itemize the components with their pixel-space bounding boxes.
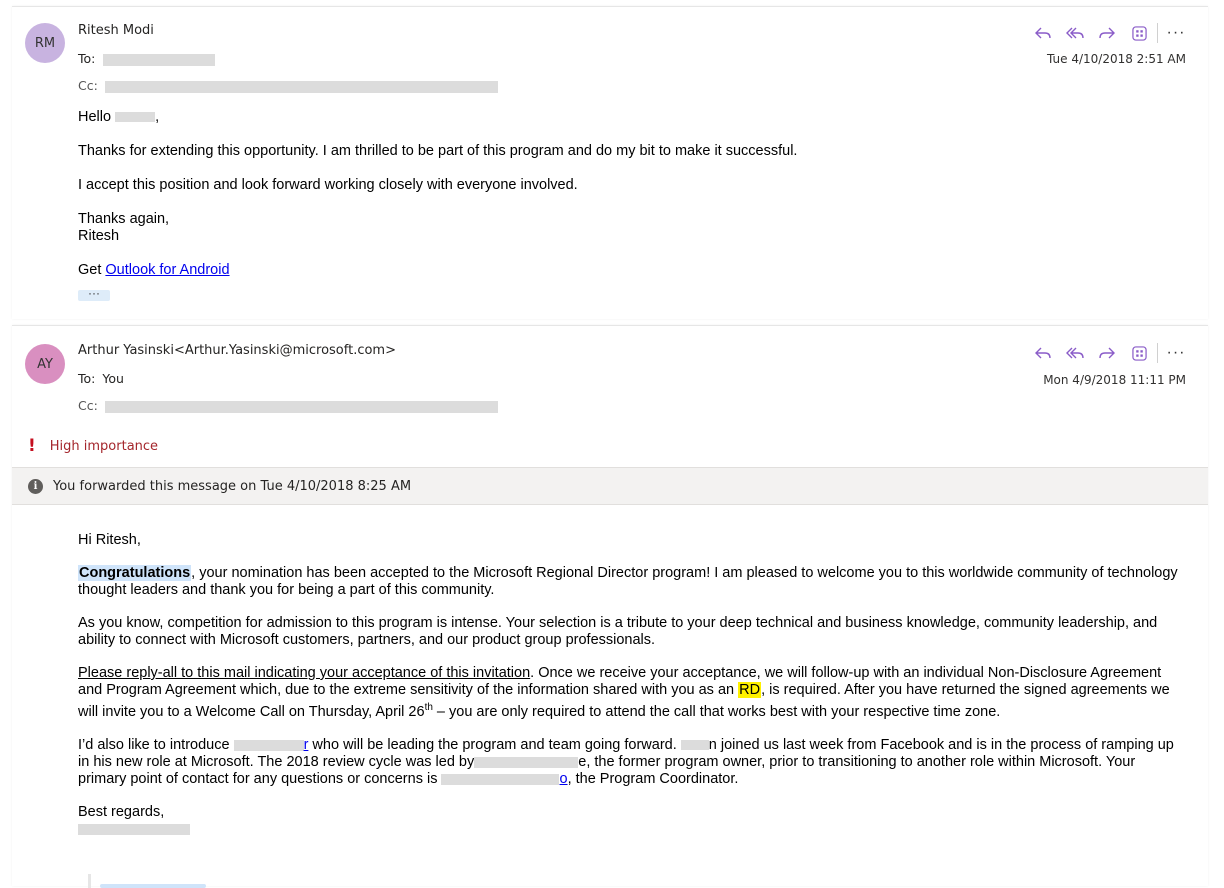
body-paragraph: Thanks for extending this opportunity. I… [78, 143, 798, 159]
reply-all-button[interactable] [1059, 343, 1091, 363]
closing: Best regards, [78, 803, 165, 820]
redacted-name [115, 112, 156, 123]
redacted-cc [104, 400, 498, 413]
signoff: Thanks again, [78, 211, 170, 227]
more-options-icon[interactable]: ··· [1164, 344, 1188, 362]
redacted-name [680, 740, 709, 750]
apps-icon [1131, 25, 1147, 41]
message-date: Tue 4/10/2018 2:51 AM [1047, 52, 1186, 66]
redacted-cc [104, 80, 498, 93]
body-paragraph: I accept this position and look forward … [78, 177, 578, 193]
message-body: Hi Ritesh, Congratulations, your nominat… [78, 532, 1180, 838]
highlighted-word: Congratulations [78, 565, 192, 581]
sender-name[interactable]: Arthur Yasinski<Arthur.Yasinski@microsof… [78, 343, 396, 358]
next-message-highlight [100, 884, 206, 888]
show-quoted-button[interactable]: ··· [78, 287, 110, 301]
more-options-icon[interactable]: ··· [1164, 24, 1188, 42]
next-message-edge [88, 874, 91, 888]
forwarded-note: You forwarded this message on Tue 4/10/2… [53, 478, 412, 494]
avatar[interactable]: AY [25, 344, 65, 384]
apps-icon [1131, 345, 1147, 361]
redacted-recipient [103, 53, 216, 66]
superscript: th [424, 702, 433, 713]
to-line: To: [78, 51, 216, 66]
forwarded-info-bar: i You forwarded this message on Tue 4/10… [12, 467, 1208, 505]
body-paragraph: Congratulations, your nomination has bee… [78, 565, 1178, 598]
info-icon: i [28, 478, 43, 494]
to-label: To: [78, 51, 96, 66]
redacted-name [78, 823, 190, 835]
cc-line: Cc: [78, 398, 498, 413]
forward-button[interactable] [1091, 23, 1123, 43]
forward-button[interactable] [1091, 343, 1123, 363]
coordinator-link[interactable]: o [441, 771, 568, 787]
highlighted-rd: RD [738, 682, 762, 698]
apps-button[interactable] [1123, 23, 1155, 43]
body-paragraph: I’d also like to introduce r who will be… [78, 736, 1174, 787]
body-paragraph: Please reply-all to this mail indicating… [78, 665, 1170, 720]
high-importance-banner: ! High importance [28, 436, 158, 456]
reply-icon [1035, 27, 1051, 39]
message-actions: ··· [1027, 23, 1188, 43]
signoff-name: Ritesh [78, 228, 120, 244]
reply-all-button[interactable] [1059, 23, 1091, 43]
underlined-instruction: Please reply-all to this mail indicating… [78, 665, 531, 681]
message-body: Hello , Thanks for extending this opport… [78, 109, 1180, 302]
redacted-name [233, 739, 304, 751]
greeting: Hi Ritesh, [78, 532, 141, 548]
sender-name[interactable]: Ritesh Modi [78, 23, 154, 38]
to-label: To: [78, 371, 96, 386]
reply-all-icon [1066, 27, 1084, 39]
redacted-name [474, 756, 579, 768]
divider [1157, 23, 1158, 43]
person-link[interactable]: r [233, 737, 308, 753]
reply-icon [1035, 347, 1051, 359]
outlook-android-link[interactable]: Outlook for Android [105, 262, 229, 278]
apps-button[interactable] [1123, 343, 1155, 363]
cc-label: Cc: [78, 398, 98, 413]
reply-button[interactable] [1027, 23, 1059, 43]
forward-icon [1099, 347, 1115, 359]
redacted-name [441, 773, 560, 785]
reply-button[interactable] [1027, 343, 1059, 363]
divider [1157, 343, 1158, 363]
cc-line: Cc: [78, 78, 498, 93]
signature-line: Get Outlook for Android [78, 262, 230, 278]
message-card-1[interactable]: RM Ritesh Modi To: Cc: ··· Tue 4/10/2018… [12, 6, 1208, 319]
message-actions: ··· [1027, 343, 1188, 363]
body-paragraph: As you know, competition for admission t… [78, 615, 1158, 648]
signature-name [78, 821, 1180, 838]
message-date: Mon 4/9/2018 11:11 PM [1043, 373, 1186, 387]
cc-label: Cc: [78, 78, 98, 93]
forward-icon [1099, 27, 1115, 39]
reply-all-icon [1066, 347, 1084, 359]
to-line: To: You [78, 371, 124, 386]
to-value[interactable]: You [102, 371, 124, 386]
greeting: Hello , [78, 109, 160, 125]
message-card-2[interactable]: AY Arthur Yasinski<Arthur.Yasinski@micro… [12, 325, 1208, 886]
importance-label: High importance [49, 438, 159, 454]
exclamation-icon: ! [28, 436, 36, 456]
avatar[interactable]: RM [25, 23, 65, 63]
